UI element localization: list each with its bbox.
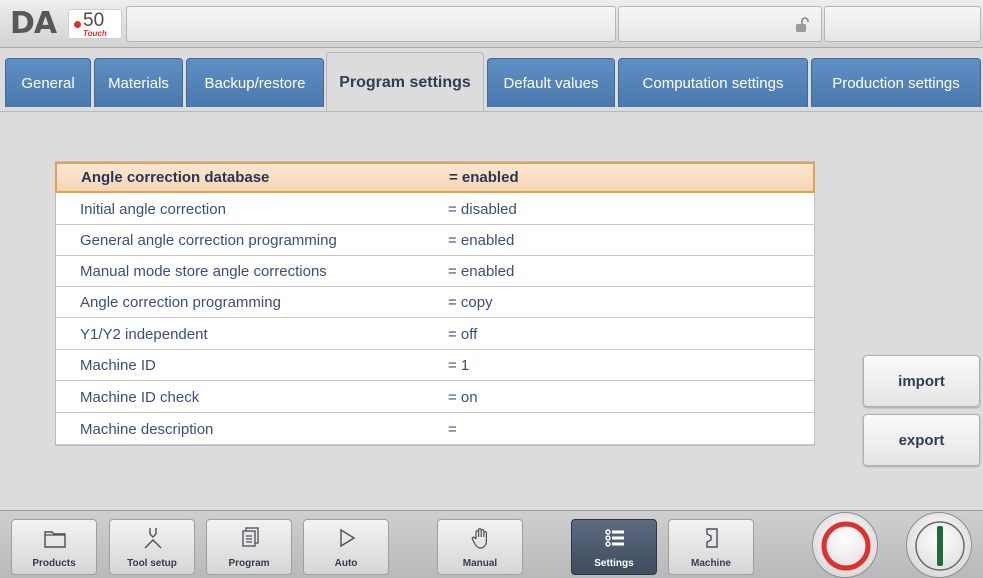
import-button[interactable]: import [863, 355, 980, 407]
setting-label: Manual mode store angle corrections [80, 262, 327, 280]
setting-value: = [448, 420, 457, 438]
tab-materials[interactable]: Materials [94, 58, 183, 107]
settings-list: Angle correction database = enabled Init… [55, 161, 815, 446]
start-button[interactable] [906, 512, 972, 578]
setting-label: Machine ID [80, 356, 156, 374]
settings-row-general-angle-correction-programming[interactable]: General angle correction programming = e… [56, 225, 814, 256]
unlocked-padlock-icon[interactable] [795, 17, 809, 33]
nav-tool-setup-button[interactable]: Tool setup [109, 519, 195, 575]
product-info-field [126, 6, 616, 42]
setting-value: = 1 [448, 356, 470, 374]
nav-manual-button[interactable]: Manual [437, 519, 523, 575]
settings-list-icon [605, 529, 624, 547]
settings-row-manual-mode-store-angle-corrections[interactable]: Manual mode store angle corrections = en… [56, 256, 814, 287]
top-bar: DA 50 Touch [0, 0, 983, 48]
tab-general[interactable]: General [5, 58, 91, 107]
nav-label: Auto [334, 558, 358, 569]
setting-label: Y1/Y2 independent [80, 325, 208, 343]
nav-auto-button[interactable]: Auto [303, 519, 389, 575]
stop-circle-icon [821, 521, 871, 571]
setting-value: = copy [448, 293, 493, 311]
folder-icon [44, 531, 66, 548]
logo-badge: 50 Touch [68, 9, 122, 39]
setting-value: = enabled [448, 262, 515, 280]
settings-row-angle-correction-programming[interactable]: Angle correction programming = copy [56, 287, 814, 318]
nav-label: Products [32, 558, 76, 569]
setting-value: = off [448, 325, 478, 343]
play-icon [340, 528, 356, 548]
nav-machine-button[interactable]: Machine [668, 519, 754, 575]
setting-value: = enabled [448, 231, 515, 249]
setting-label: Machine ID check [80, 388, 200, 406]
export-button[interactable]: export [863, 414, 980, 466]
nav-settings-button[interactable]: Settings [571, 519, 657, 575]
tool-icon [144, 528, 162, 549]
tab-backup-restore[interactable]: Backup/restore [186, 58, 324, 107]
logo-sub: Touch [83, 29, 107, 38]
stop-button[interactable] [812, 512, 878, 578]
hand-icon [471, 528, 487, 549]
setting-label: Machine description [80, 420, 214, 438]
settings-row-initial-angle-correction[interactable]: Initial angle correction = disabled [56, 194, 814, 225]
nav-products-button[interactable]: Products [11, 519, 97, 575]
tab-program-settings[interactable]: Program settings [326, 52, 484, 112]
da50-touch-logo: DA 50 Touch [10, 6, 122, 42]
nav-label: Machine [690, 558, 731, 569]
setting-label: General angle correction programming [80, 231, 337, 249]
nav-label: Settings [594, 558, 634, 569]
setting-value: = enabled [449, 169, 519, 186]
settings-row-machine-id[interactable]: Machine ID = 1 [56, 350, 814, 381]
setting-value: = disabled [448, 200, 517, 218]
program-pages-icon [242, 527, 259, 547]
nav-label: Tool setup [127, 558, 177, 569]
start-bar-icon [915, 521, 965, 571]
settings-row-machine-id-check[interactable]: Machine ID check = on [56, 382, 814, 413]
settings-row-machine-description[interactable]: Machine description = [56, 414, 814, 445]
nav-label: Manual [462, 558, 498, 569]
setting-value: = on [448, 388, 478, 406]
status-field [824, 6, 981, 42]
nav-label: Program [228, 558, 270, 569]
setting-label: Initial angle correction [80, 200, 226, 218]
machine-icon [706, 528, 718, 548]
tab-default-values[interactable]: Default values [487, 58, 615, 107]
settings-row-angle-correction-database[interactable]: Angle correction database = enabled [55, 162, 815, 193]
nav-program-button[interactable]: Program [206, 519, 292, 575]
lock-field[interactable] [618, 6, 822, 42]
logo-red-dot [74, 21, 81, 28]
setting-label: Angle correction programming [80, 293, 281, 311]
settings-row-y1-y2-independent[interactable]: Y1/Y2 independent = off [56, 319, 814, 350]
logo-text: DA [10, 6, 57, 41]
setting-label: Angle correction database [81, 169, 270, 186]
tab-production-settings[interactable]: Production settings [811, 58, 981, 107]
tab-computation-settings[interactable]: Computation settings [618, 58, 808, 107]
